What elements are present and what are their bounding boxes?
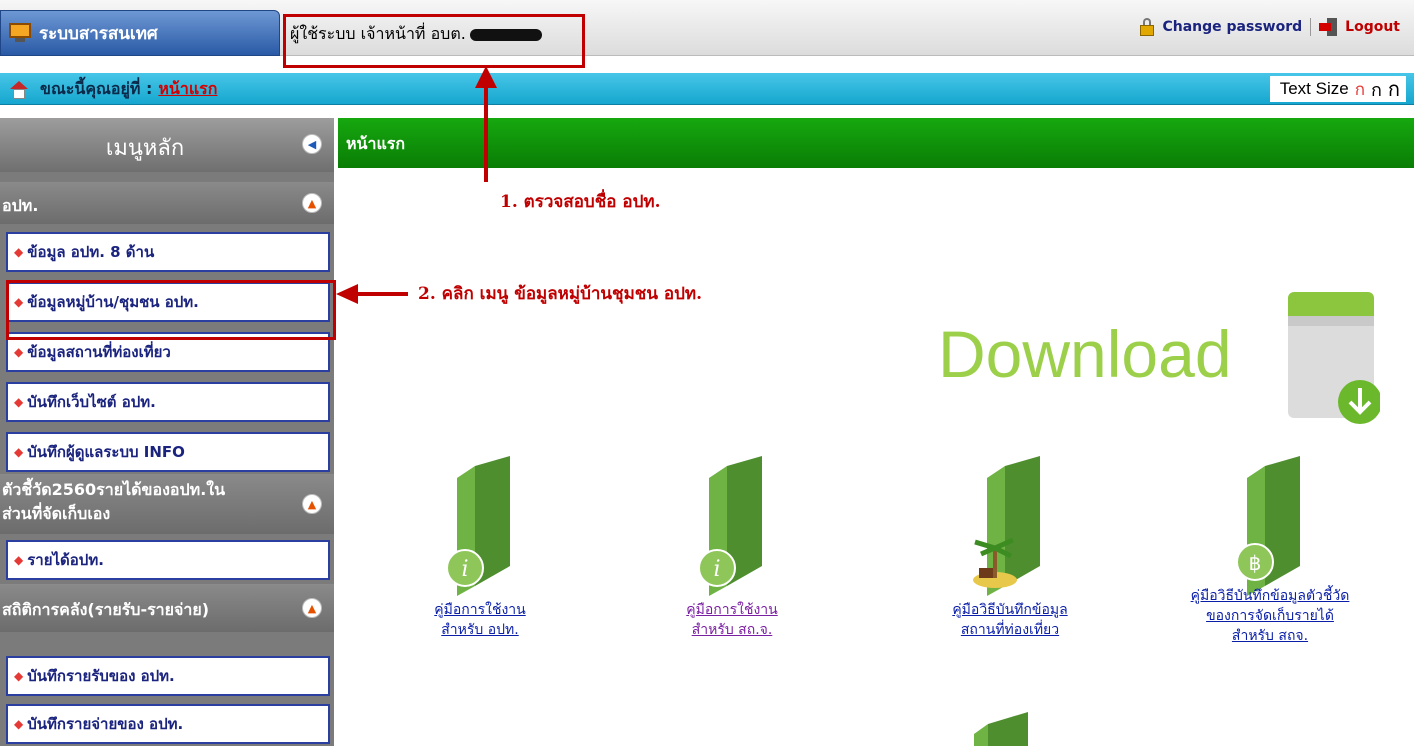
sidebar-group-finance-stats[interactable]: สถิติการคลัง(รายรับ-รายจ่าย) ▲ bbox=[0, 584, 334, 632]
manual-label-line3: สำหรับ สถจ. bbox=[1231, 628, 1309, 644]
system-tab-label: ระบบสารสนเทศ bbox=[39, 23, 158, 44]
sidebar-group-indicators[interactable]: ตัวชี้วัด2560รายได้ของอปท.ใน ส่วนที่จัดเก… bbox=[0, 474, 334, 534]
manual-tourist-places[interactable]: คู่มือวิธีบันทึกข้อมูล สถานที่ท่องเที่ยว bbox=[920, 456, 1100, 640]
breadcrumb-current[interactable]: หน้าแรก bbox=[158, 77, 217, 102]
bullet-icon: ◆ bbox=[14, 395, 24, 409]
collapse-sidebar-icon[interactable]: ◀ bbox=[302, 134, 322, 154]
manual-label-line2: ของการจัดเก็บรายได้ bbox=[1206, 608, 1334, 624]
breadcrumb: ขณะนี้คุณอยู่ที่ : หน้าแรก bbox=[10, 77, 217, 102]
top-right-links: Change password Logout bbox=[1130, 18, 1408, 36]
top-bar: ระบบสารสนเทศ ผู้ใช้ระบบ เจ้าหน้าที่ อบต.… bbox=[0, 0, 1414, 56]
svg-text:i: i bbox=[713, 557, 720, 582]
manual-revenue-indicators[interactable]: ฿ คู่มือวิธีบันทึกข้อมูลตัวชี้วัด ของการ… bbox=[1170, 456, 1370, 646]
arrow-left-icon bbox=[336, 284, 358, 304]
sidebar-group-label: ตัวชี้วัด2560รายได้ของอปท.ใน ส่วนที่จัดเก… bbox=[2, 480, 226, 523]
sidebar-item-income-record[interactable]: ◆ บันทึกรายรับของ อปท. bbox=[6, 656, 330, 696]
bullet-icon: ◆ bbox=[14, 445, 24, 459]
svg-text:i: i bbox=[461, 557, 468, 582]
manual-label-line2: สำหรับ สถ.จ. bbox=[691, 622, 773, 638]
info-book-icon: i bbox=[698, 456, 762, 596]
content-header: หน้าแรก bbox=[338, 118, 1414, 168]
change-password-label: Change password bbox=[1162, 19, 1303, 35]
manual-label-line1: คู่มือวิธีบันทึกข้อมูล bbox=[952, 602, 1068, 618]
bullet-icon: ◆ bbox=[14, 717, 24, 731]
sidebar-item-label: บันทึกผู้ดูแลระบบ INFO bbox=[27, 443, 185, 461]
breadcrumb-prefix: ขณะนี้คุณอยู่ที่ : bbox=[40, 79, 153, 98]
menu-highlight-box bbox=[6, 280, 336, 340]
sidebar-item-label: บันทึกเว็บไซต์ อปท. bbox=[27, 393, 156, 411]
manual-label-line2: สถานที่ท่องเที่ยว bbox=[960, 622, 1060, 638]
baht-book-icon: ฿ bbox=[1236, 456, 1300, 596]
bullet-icon: ◆ bbox=[14, 345, 24, 359]
manual-sthj-usage[interactable]: i คู่มือการใช้งาน สำหรับ สถ.จ. bbox=[652, 456, 812, 640]
sidebar: เมนูหลัก ◀ อปท. ▲ ◆ ข้อมูล อปท. 8 ด้าน ◆ ข… bbox=[0, 118, 334, 746]
sidebar-item-label: ข้อมูล อปท. 8 ด้าน bbox=[27, 243, 155, 261]
sidebar-item-label: ข้อมูลสถานที่ท่องเที่ยว bbox=[27, 343, 171, 361]
sidebar-item-website[interactable]: ◆ บันทึกเว็บไซต์ อปท. bbox=[6, 382, 330, 422]
logout-icon bbox=[1319, 18, 1339, 36]
partial-book-icon bbox=[974, 712, 1028, 746]
sidebar-item-opt-8-aspects[interactable]: ◆ ข้อมูล อปท. 8 ด้าน bbox=[6, 232, 330, 272]
lock-icon bbox=[1138, 18, 1156, 36]
annotation-step2: 2. คลิก เมนู ข้อมูลหมู่บ้านชุมชน อปท. bbox=[418, 284, 702, 304]
info-book-icon: i bbox=[446, 456, 510, 596]
sidebar-item-label: บันทึกรายจ่ายของ อปท. bbox=[27, 715, 184, 733]
text-size-small[interactable]: ก bbox=[1355, 76, 1365, 103]
manual-label-line2: สำหรับ อปท. bbox=[441, 622, 519, 638]
manual-label-line1: คู่มือการใช้งาน bbox=[434, 602, 526, 618]
download-box-icon[interactable] bbox=[1282, 292, 1380, 430]
sidebar-item-info-admin[interactable]: ◆ บันทึกผู้ดูแลระบบ INFO bbox=[6, 432, 330, 472]
user-highlight-box bbox=[283, 14, 585, 68]
arrow-up-icon bbox=[475, 66, 497, 88]
group-toggle-icon[interactable]: ▲ bbox=[302, 494, 322, 514]
sidebar-group-label: สถิติการคลัง(รายรับ-รายจ่าย) bbox=[2, 600, 210, 619]
download-banner-text[interactable]: Download bbox=[938, 316, 1232, 392]
sidebar-item-revenue[interactable]: ◆ รายได้อปท. bbox=[6, 540, 330, 580]
text-size-control: Text Size ก ก ก bbox=[1269, 73, 1406, 105]
manual-label-line1: คู่มือการใช้งาน bbox=[686, 602, 778, 618]
text-size-label: Text Size bbox=[1279, 79, 1349, 98]
sidebar-item-label: บันทึกรายรับของ อปท. bbox=[27, 667, 175, 685]
bullet-icon: ◆ bbox=[14, 245, 24, 259]
manual-label-line1: คู่มือวิธีบันทึกข้อมูลตัวชี้วัด bbox=[1190, 588, 1350, 604]
sidebar-title: เมนูหลัก bbox=[105, 135, 185, 160]
travel-book-icon bbox=[973, 456, 1040, 596]
sidebar-group-opt[interactable]: อปท. ▲ bbox=[0, 182, 334, 224]
annotation-step1: 1. ตรวจสอบชื่อ อปท. bbox=[500, 192, 661, 212]
text-size-large[interactable]: ก bbox=[1388, 73, 1400, 105]
sidebar-group-label: อปท. bbox=[2, 196, 39, 215]
arrow-up-line bbox=[484, 86, 488, 182]
svg-text:฿: ฿ bbox=[1249, 551, 1262, 575]
logout-label: Logout bbox=[1345, 19, 1400, 35]
sidebar-item-label: รายได้อปท. bbox=[27, 551, 104, 569]
breadcrumb-bar: ขณะนี้คุณอยู่ที่ : หน้าแรก Text Size ก ก… bbox=[0, 73, 1414, 105]
content-title: หน้าแรก bbox=[346, 134, 406, 153]
bullet-icon: ◆ bbox=[14, 669, 24, 683]
logout-link[interactable]: Logout bbox=[1310, 18, 1408, 36]
group-toggle-icon[interactable]: ▲ bbox=[302, 598, 322, 618]
group-toggle-icon[interactable]: ▲ bbox=[302, 193, 322, 213]
sidebar-item-expense-record[interactable]: ◆ บันทึกรายจ่ายของ อปท. bbox=[6, 704, 330, 744]
system-tab[interactable]: ระบบสารสนเทศ bbox=[0, 10, 280, 56]
text-size-medium[interactable]: ก bbox=[1371, 75, 1382, 104]
sidebar-header: เมนูหลัก ◀ bbox=[0, 118, 334, 172]
change-password-link[interactable]: Change password bbox=[1130, 18, 1310, 36]
manual-opt-usage[interactable]: i คู่มือการใช้งาน สำหรับ อปท. bbox=[400, 456, 560, 640]
arrow-left-line bbox=[356, 292, 408, 296]
bullet-icon: ◆ bbox=[14, 553, 24, 567]
monitor-icon bbox=[9, 23, 31, 43]
home-icon[interactable] bbox=[10, 80, 28, 99]
